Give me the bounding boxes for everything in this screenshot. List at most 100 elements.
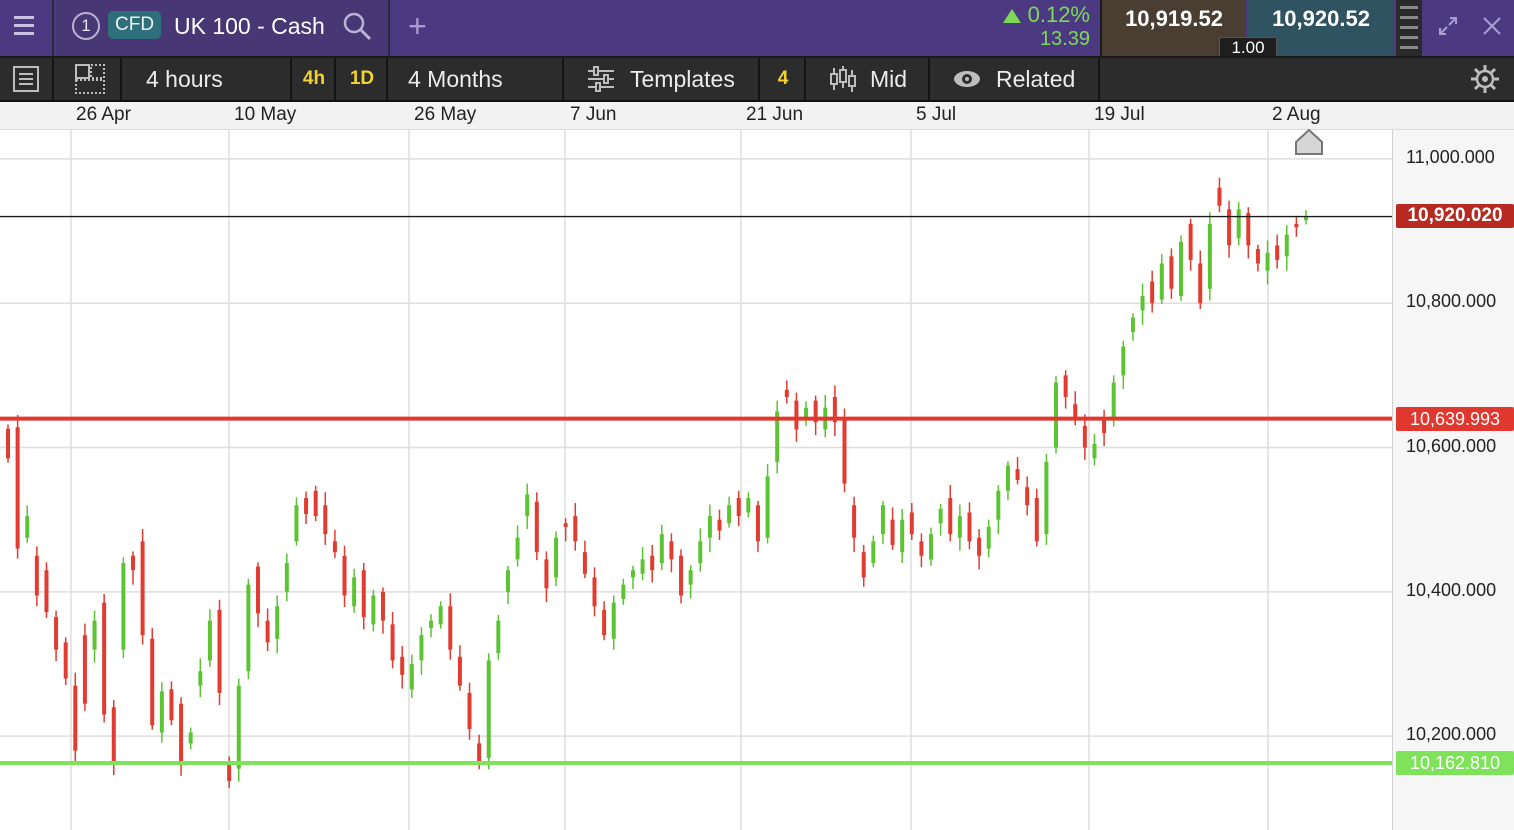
candle-up xyxy=(207,620,212,661)
candle-down xyxy=(1082,425,1087,448)
candle-down xyxy=(265,620,270,643)
candle-down xyxy=(448,606,453,650)
candle-down xyxy=(1034,498,1039,542)
candle-up xyxy=(25,516,30,538)
candle-down xyxy=(544,559,549,589)
interval-label: 4 hours xyxy=(146,66,223,92)
candle-down xyxy=(457,656,462,686)
chart-settings-button[interactable] xyxy=(1460,58,1514,100)
candle-up xyxy=(409,664,414,690)
candle-up xyxy=(419,635,424,661)
y-tick-label: 10,400.000 xyxy=(1406,579,1497,600)
candle-down xyxy=(73,685,78,751)
candle-down xyxy=(909,512,914,535)
interval-dropdown[interactable]: 4 hours xyxy=(124,58,292,100)
panel-drag-handle[interactable] xyxy=(1396,0,1422,56)
candle-up xyxy=(188,732,193,744)
candle-up xyxy=(640,559,645,574)
candle-up xyxy=(159,691,164,733)
candle-up xyxy=(611,602,616,639)
change-percent-value: 0.12% xyxy=(1027,2,1090,27)
home-arrow-icon[interactable] xyxy=(1294,128,1324,156)
candle-up xyxy=(429,620,434,628)
candle-down xyxy=(1063,375,1068,398)
instrument-name: UK 100 - Cash xyxy=(174,13,325,39)
list-icon xyxy=(13,66,39,92)
price-chart[interactable] xyxy=(0,130,1392,830)
candle-down xyxy=(1217,187,1222,206)
price-change: 0.12% 13.39 xyxy=(980,0,1098,56)
candle-down xyxy=(1188,223,1193,260)
menu-button[interactable] xyxy=(0,0,54,56)
candle-up xyxy=(438,606,443,625)
candle-down xyxy=(1198,263,1203,304)
candle-down xyxy=(15,427,20,549)
drag-handle-icon xyxy=(1400,6,1418,56)
candle-up xyxy=(659,534,664,563)
candle-down xyxy=(1015,469,1020,480)
candle-down xyxy=(650,555,655,571)
candle-down xyxy=(1150,281,1155,304)
candle-down xyxy=(54,617,59,650)
candle-down xyxy=(34,555,39,596)
candle-up xyxy=(765,476,770,538)
close-icon[interactable] xyxy=(1480,14,1504,38)
candle-up xyxy=(1207,223,1212,289)
candle-up xyxy=(1044,461,1049,535)
candle-up xyxy=(246,584,251,672)
x-tick-label: 21 Jun xyxy=(746,104,804,125)
candle-up xyxy=(554,537,559,578)
add-instrument-button[interactable]: + xyxy=(392,0,452,56)
x-tick-label: 26 May xyxy=(414,104,477,125)
change-percent: 0.12% xyxy=(1003,2,1090,28)
candle-down xyxy=(602,609,607,636)
templates-button[interactable]: Templates xyxy=(566,58,760,100)
eye-icon xyxy=(954,71,980,87)
candle-up xyxy=(1236,209,1241,239)
candle-down xyxy=(44,570,49,613)
range-label: 4 Months xyxy=(408,66,503,92)
candle-down xyxy=(890,519,895,545)
candle-down xyxy=(1255,249,1260,264)
candle-up xyxy=(275,606,280,639)
candle-up xyxy=(938,508,943,524)
candle-up xyxy=(352,577,357,607)
candle-down xyxy=(842,418,847,484)
candle-up xyxy=(1159,263,1164,300)
candle-down xyxy=(755,505,760,542)
candle-up xyxy=(284,562,289,592)
candle-up xyxy=(1092,443,1097,459)
expand-icon[interactable] xyxy=(1436,14,1460,38)
x-tick-label: 19 Jul xyxy=(1094,104,1145,125)
interval-shortcut-1d[interactable]: 1D xyxy=(338,58,388,100)
instrument-selector[interactable]: 1 CFD UK 100 - Cash xyxy=(56,0,390,56)
search-icon[interactable] xyxy=(342,11,372,41)
interval-shortcut-4h[interactable]: 4h xyxy=(294,58,336,100)
y-tick-label: 10,600.000 xyxy=(1406,435,1497,456)
candle-down xyxy=(717,519,722,531)
candle-down xyxy=(919,541,924,556)
candle-down xyxy=(534,501,539,553)
buy-price: 10,920.52 xyxy=(1272,6,1370,31)
change-absolute: 13.39 xyxy=(1039,28,1090,50)
templates-label: Templates xyxy=(630,66,735,92)
candle-down xyxy=(179,703,184,766)
candle-down xyxy=(6,428,10,459)
layout-button[interactable] xyxy=(56,58,122,100)
candle-down xyxy=(169,689,174,721)
candle-down xyxy=(573,516,578,542)
price-type-dropdown[interactable]: Mid xyxy=(808,58,930,100)
candle-up xyxy=(92,620,97,650)
y-tick-label: 10,200.000 xyxy=(1406,724,1497,745)
support-price-tag: 10,162.810 xyxy=(1396,751,1514,776)
candle-down xyxy=(82,635,87,704)
range-dropdown[interactable]: 4 Months xyxy=(390,58,564,100)
candle-up xyxy=(1284,234,1289,257)
menu-icon xyxy=(14,16,34,40)
indicator-count[interactable]: 4 xyxy=(762,58,806,100)
watchlist-button[interactable] xyxy=(0,58,54,100)
related-button[interactable]: Related xyxy=(932,58,1100,100)
candle-down xyxy=(332,541,337,553)
candle-down xyxy=(861,552,866,578)
candle-up xyxy=(698,541,703,563)
